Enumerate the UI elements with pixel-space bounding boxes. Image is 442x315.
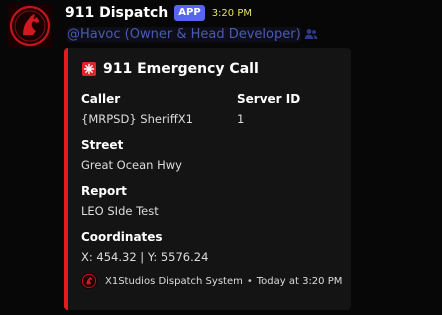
red-horse-small-icon <box>81 273 97 289</box>
field-report-value: LEO SIde Test <box>81 204 159 218</box>
embed-title: 911 Emergency Call <box>81 59 259 79</box>
embed-accent-bar <box>64 48 68 310</box>
embed-footer: X1Studios Dispatch System • Today at 3:2… <box>81 272 342 290</box>
footer-text: X1Studios Dispatch System <box>105 275 243 287</box>
field-caller-value: {MRPSD} SheriffX1 <box>81 112 193 126</box>
field-street: Street Great Ocean Hwy <box>81 137 182 173</box>
footer-logo-icon <box>81 273 97 289</box>
field-report: Report LEO SIde Test <box>81 183 159 219</box>
chat-message: 911 Dispatch APP 3:20 PM @Havoc (Owner &… <box>0 0 442 315</box>
app-badge: APP <box>174 5 205 21</box>
field-server-id: Server ID 1 <box>237 91 300 127</box>
message-header: 911 Dispatch APP 3:20 PM <box>65 3 252 23</box>
field-coordinates-name: Coordinates <box>81 230 163 244</box>
bot-avatar[interactable] <box>8 4 52 48</box>
field-server-id-name: Server ID <box>237 92 301 106</box>
field-server-id-value: 1 <box>237 112 245 126</box>
field-street-value: Great Ocean Hwy <box>81 158 182 172</box>
field-coordinates-value: X: 454.32 | Y: 5576.24 <box>81 250 209 264</box>
users-icon <box>304 29 317 39</box>
field-report-name: Report <box>81 184 127 198</box>
message-timestamp[interactable]: 3:20 PM <box>212 8 252 19</box>
user-mention[interactable]: @Havoc (Owner & Head Developer) <box>67 26 301 42</box>
footer-time: Today at 3:20 PM <box>256 275 343 287</box>
mention-line: @Havoc (Owner & Head Developer) <box>67 25 318 43</box>
field-street-name: Street <box>81 138 124 152</box>
field-coordinates: Coordinates X: 454.32 | Y: 5576.24 <box>81 229 208 265</box>
field-caller-name: Caller <box>81 92 121 106</box>
field-caller: Caller {MRPSD} SheriffX1 <box>81 91 193 127</box>
embed-title-text: 911 Emergency Call <box>103 61 259 77</box>
author-name[interactable]: 911 Dispatch <box>65 5 168 21</box>
rotating-light-icon <box>82 62 96 76</box>
red-horse-logo-icon <box>8 4 52 48</box>
footer-separator: • <box>246 275 253 287</box>
dispatch-embed: 911 Emergency Call Caller {MRPSD} Sherif… <box>64 48 351 310</box>
